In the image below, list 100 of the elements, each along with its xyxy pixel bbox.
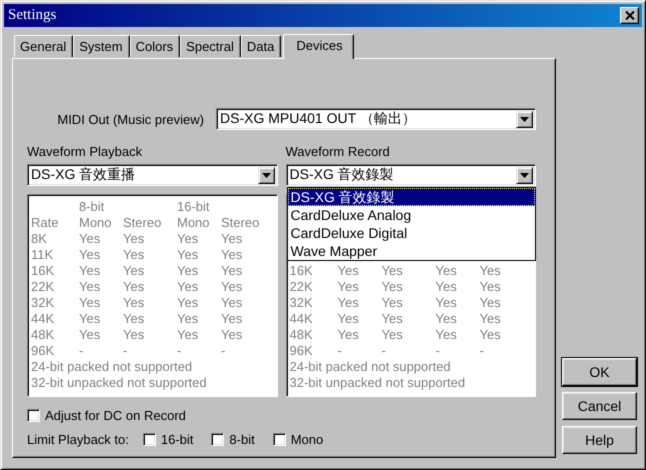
record-label: Waveform Record: [286, 144, 391, 160]
table-cell: -: [177, 343, 182, 359]
table-cell: Yes: [79, 327, 100, 343]
table-cell: Yes: [123, 247, 144, 263]
checkbox[interactable]: [272, 432, 286, 446]
checkbox-label: 8-bit: [229, 432, 255, 446]
window-title: Settings: [8, 7, 56, 24]
table-cell: Yes: [177, 311, 198, 327]
tab[interactable]: System: [73, 35, 130, 57]
table-cell: Yes: [436, 279, 457, 295]
table-cell: Yes: [382, 327, 403, 343]
table-cell: -: [79, 343, 84, 359]
table-cell: Yes: [436, 327, 457, 343]
column-header: Mono: [177, 215, 210, 231]
table-cell: Yes: [480, 279, 501, 295]
table-cell: Yes: [221, 327, 242, 343]
table-cell: 48K: [31, 327, 54, 343]
table-cell: 96K: [31, 343, 54, 359]
table-cell: Yes: [123, 311, 144, 327]
table-cell: Yes: [480, 327, 501, 343]
table-cell: Yes: [480, 295, 501, 311]
table-cell: Yes: [177, 279, 198, 295]
table-cell: Yes: [382, 263, 403, 279]
table-cell: Yes: [221, 311, 242, 327]
checkbox-label: Adjust for DC on Record: [45, 408, 186, 422]
table-cell: Yes: [177, 327, 198, 343]
tab[interactable]: Spectral: [180, 35, 241, 57]
tab[interactable]: General: [14, 35, 74, 57]
table-cell: Yes: [123, 295, 144, 311]
tab[interactable]: Colors: [130, 35, 180, 57]
table-cell: Yes: [123, 279, 144, 295]
table-cell: -: [338, 343, 342, 359]
checkbox-label: Mono: [290, 432, 324, 446]
table-cell: -: [436, 343, 440, 359]
checkbox[interactable]: [27, 408, 40, 422]
checkbox-label: 16-bit: [160, 432, 194, 446]
dropdown-item[interactable]: DS-XG 音效錄製: [288, 188, 535, 206]
table-cell: Yes: [123, 231, 144, 247]
table-cell: Yes: [177, 247, 198, 263]
table-cell: 44K: [290, 311, 313, 327]
table-cell: Yes: [338, 295, 359, 311]
table-cell: Yes: [177, 295, 198, 311]
playback-label: Waveform Playback: [27, 144, 144, 160]
table-cell: Yes: [436, 263, 457, 279]
column-header: Mono: [79, 215, 112, 231]
table-cell: Yes: [382, 295, 403, 311]
table-cell: 8K: [31, 231, 47, 247]
table-cell: Yes: [436, 295, 457, 311]
table-cell: Yes: [382, 279, 403, 295]
table-cell: Yes: [338, 327, 359, 343]
dropdown-item[interactable]: Wave Mapper: [288, 242, 535, 260]
table-cell: Yes: [221, 247, 242, 263]
table-cell: Yes: [338, 263, 359, 279]
table-cell: 16K: [290, 263, 313, 279]
checkbox[interactable]: [211, 432, 224, 446]
dialog-button[interactable]: Cancel: [562, 392, 637, 420]
close-button[interactable]: [620, 7, 639, 24]
dropdown-item[interactable]: CardDeluxe Digital: [288, 224, 535, 242]
table-note: 32-bit unpacked not supported: [31, 375, 208, 391]
column-header: Rate: [31, 215, 58, 231]
table-cell: Yes: [221, 263, 242, 279]
midi-out-dropdown[interactable]: DS-XG MPU401 OUT （輸出）: [216, 108, 536, 130]
caret-icon: [262, 172, 270, 178]
table-cell: Yes: [79, 247, 100, 263]
table-cell: 32K: [31, 295, 54, 311]
table-cell: 32K: [290, 295, 313, 311]
table-cell: 96K: [290, 343, 313, 359]
limit-playback-label: Limit Playback to:: [27, 432, 129, 446]
table-cell: Yes: [79, 295, 100, 311]
table-cell: -: [382, 343, 386, 359]
table-cell: Yes: [123, 327, 144, 343]
checkbox[interactable]: [142, 432, 156, 446]
dropdown-item[interactable]: CardDeluxe Analog: [288, 206, 535, 224]
table-cell: 48K: [290, 327, 313, 343]
column-header: Stereo: [221, 215, 260, 231]
table-cell: -: [221, 343, 226, 359]
table-cell: Yes: [338, 311, 359, 327]
column-group-header: 8-bit: [79, 199, 104, 215]
table-cell: -: [480, 343, 484, 359]
table-cell: Yes: [338, 279, 359, 295]
dialog-button[interactable]: Help: [562, 426, 637, 454]
table-note: 24-bit packed not supported: [31, 359, 194, 375]
dialog-button[interactable]: OK: [562, 358, 637, 386]
table-cell: -: [123, 343, 128, 359]
tab[interactable]: Devices: [283, 34, 354, 59]
table-cell: Yes: [382, 311, 403, 327]
tab[interactable]: Data: [240, 35, 282, 57]
table-cell: Yes: [79, 279, 100, 295]
table-cell: 44K: [31, 311, 54, 327]
table-cell: 16K: [31, 263, 54, 279]
midi-out-label: MIDI Out (Music preview): [57, 112, 204, 126]
column-header: Stereo: [123, 215, 162, 231]
table-cell: Yes: [221, 295, 242, 311]
playback-dropdown[interactable]: DS-XG 音效重播: [27, 164, 278, 186]
table-cell: Yes: [436, 311, 457, 327]
table-cell: Yes: [79, 311, 100, 327]
table-cell: Yes: [480, 311, 501, 327]
table-cell: Yes: [480, 263, 501, 279]
record-dropdown[interactable]: DS-XG 音效錄製: [286, 164, 536, 186]
column-group-header: 16-bit: [177, 199, 210, 215]
